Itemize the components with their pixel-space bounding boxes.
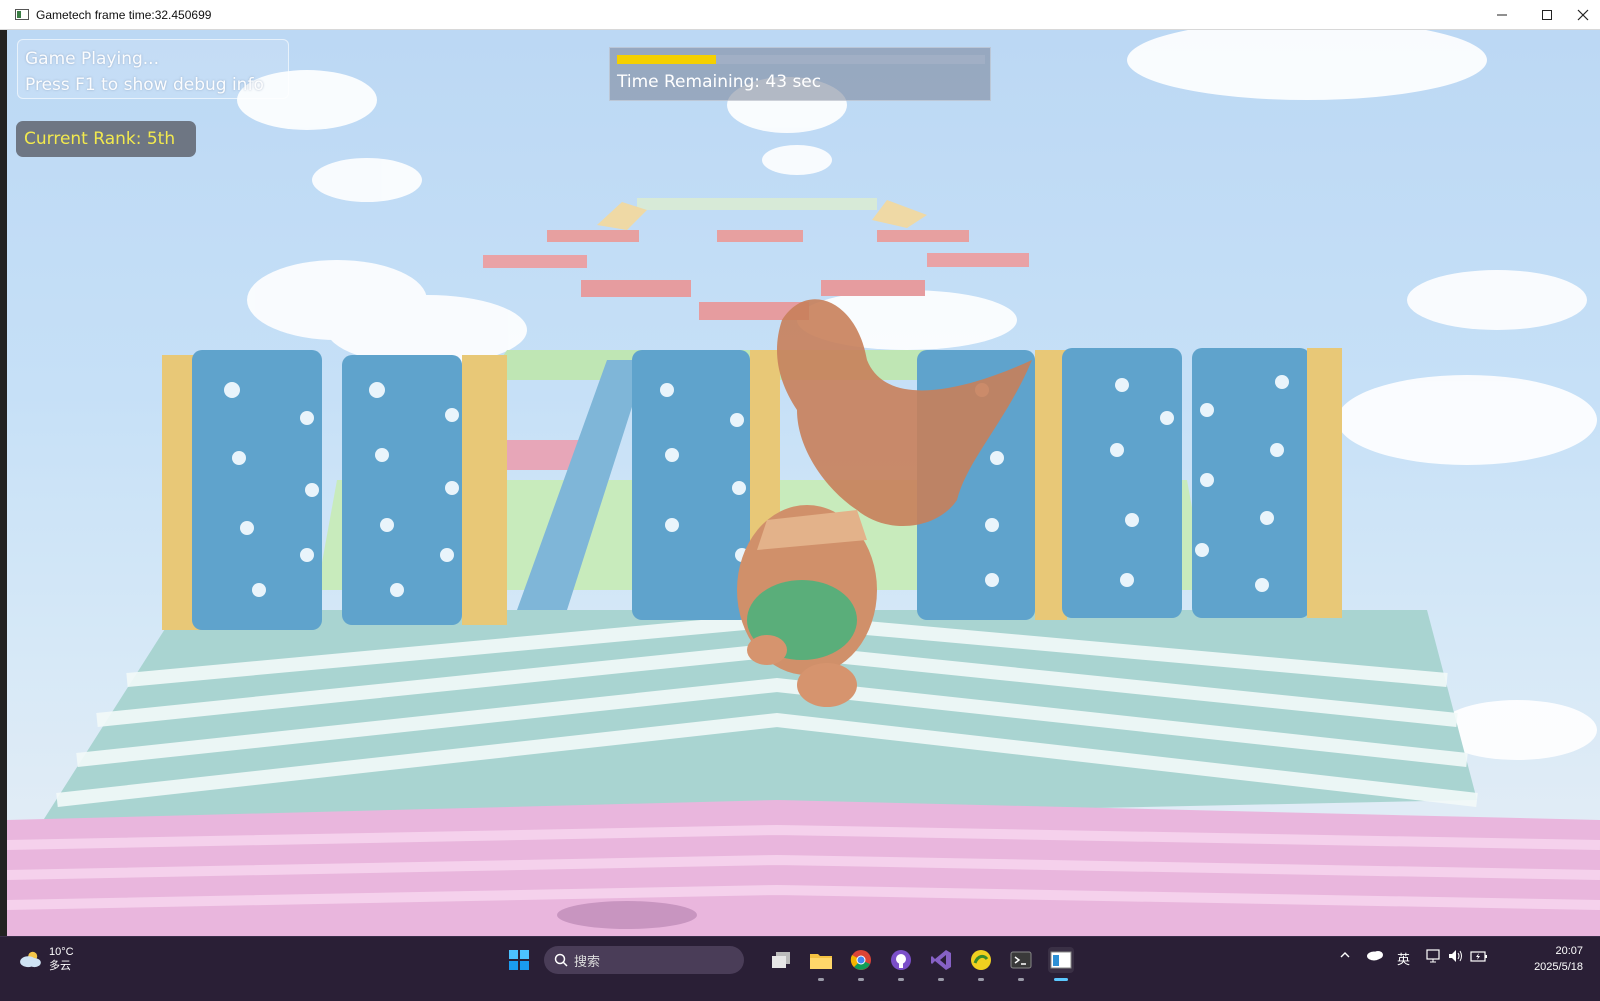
game-window-button[interactable] (1048, 947, 1074, 981)
timer-progress-track (617, 55, 985, 64)
ime-indicator[interactable]: 英 (1397, 949, 1410, 968)
running-indicator (858, 978, 864, 981)
taskbar-search[interactable]: 搜索 (544, 946, 744, 974)
app-yellow-icon (971, 950, 991, 970)
chrome-button[interactable] (848, 947, 874, 981)
timer-progress-fill (617, 55, 717, 64)
taskbar: 10°C 多云 搜索 英 20:07 2025/5/18 (0, 936, 1600, 1001)
search-placeholder: 搜索 (574, 954, 601, 970)
github-desktop-button[interactable] (888, 947, 914, 981)
chevron-up-icon (1340, 952, 1350, 958)
network-icon (1426, 949, 1440, 963)
game-window-icon (1050, 951, 1072, 969)
close-button[interactable] (1566, 0, 1600, 29)
battery-button[interactable] (1470, 949, 1488, 967)
game-status-text: Game Playing... (25, 49, 159, 69)
app-icon (15, 9, 29, 20)
running-indicator (898, 978, 904, 981)
file-explorer-icon (810, 954, 832, 969)
weather-description: 多云 (49, 960, 71, 972)
current-rank-badge: Current Rank: 5th (16, 121, 196, 157)
file-explorer-button[interactable] (808, 947, 834, 981)
visual-studio-button[interactable] (928, 947, 954, 981)
window-title: Gametech frame time:32.450699 (36, 7, 212, 22)
time-remaining-text: Time Remaining: 43 sec (617, 72, 822, 92)
onedrive-button[interactable] (1366, 949, 1384, 965)
running-indicator (978, 978, 984, 981)
minimize-icon (1497, 14, 1507, 15)
search-icon (554, 953, 568, 967)
active-indicator (1054, 978, 1068, 981)
task-view-button[interactable] (768, 947, 794, 973)
maximize-button[interactable] (1525, 0, 1569, 29)
tray-overflow-button[interactable] (1339, 949, 1351, 965)
timer-panel: Time Remaining: 43 sec (609, 47, 991, 101)
debug-hint-text: Press F1 to show debug info (25, 75, 264, 95)
terminal-button[interactable] (1008, 947, 1034, 981)
chrome-icon (850, 950, 871, 970)
close-icon (1577, 9, 1589, 20)
cloudy-weather-icon (20, 951, 41, 968)
onedrive-cloud-icon (1367, 951, 1383, 961)
windows-start-icon (509, 950, 529, 970)
task-view-icon (772, 952, 790, 968)
weather-widget[interactable]: 10°C 多云 (16, 945, 74, 973)
running-indicator (1018, 978, 1024, 981)
window-title-bar: Gametech frame time:32.450699 (0, 0, 1600, 30)
battery-charging-icon (1470, 951, 1487, 962)
yellow-app-button[interactable] (968, 947, 994, 981)
speaker-icon (1449, 950, 1462, 962)
network-button[interactable] (1425, 949, 1443, 967)
maximize-icon (1542, 9, 1552, 20)
minimize-button[interactable] (1480, 0, 1524, 29)
running-indicator (938, 978, 944, 981)
terminal-icon (1010, 951, 1032, 969)
visual-studio-icon (931, 950, 951, 970)
clock-date: 2025/5/18 (1534, 961, 1583, 973)
clock-time: 20:07 (1555, 945, 1583, 957)
current-rank-text: Current Rank: 5th (24, 129, 176, 149)
system-clock[interactable]: 20:07 2025/5/18 (1493, 943, 1583, 975)
start-button[interactable] (506, 947, 532, 973)
running-indicator (818, 978, 824, 981)
game-status-panel: Game Playing... Press F1 to show debug i… (17, 39, 289, 99)
game-viewport[interactable]: Game Playing... Press F1 to show debug i… (7, 30, 1600, 936)
volume-button[interactable] (1448, 949, 1464, 967)
weather-temperature: 10°C (49, 946, 74, 958)
github-desktop-icon (891, 950, 911, 970)
game-scene (7, 30, 1600, 936)
